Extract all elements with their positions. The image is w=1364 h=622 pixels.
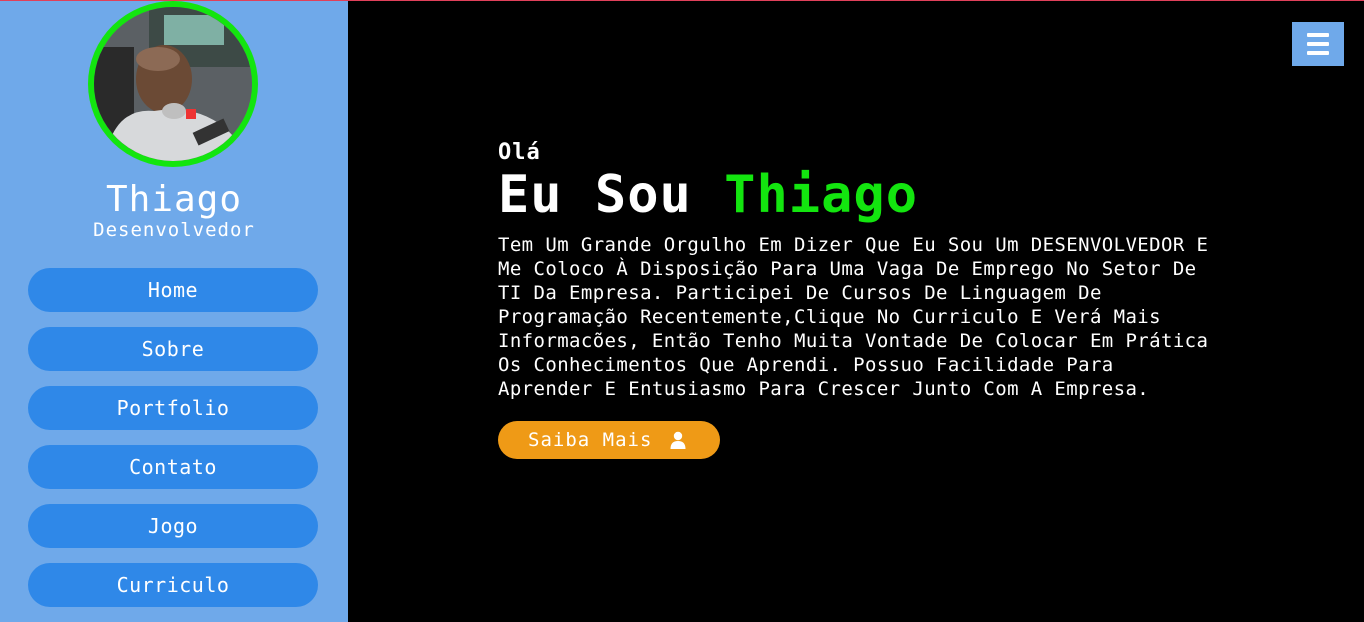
nav-item-home[interactable]: Home [28, 268, 318, 312]
nav-item-portfolio[interactable]: Portfolio [28, 386, 318, 430]
sidebar: Thiago Desenvolvedor Home Sobre Portfoli… [0, 1, 348, 622]
hero-description: Tem Um Grande Orgulho Em Dizer Que Eu So… [498, 234, 1209, 400]
headline: Eu Sou Thiago [498, 165, 1238, 225]
main-nav: Home Sobre Portfolio Contato Jogo Curric… [28, 268, 318, 622]
hero-section: Olá Eu Sou Thiago Tem Um Grande Orgulho … [498, 140, 1238, 459]
nav-item-sobre[interactable]: Sobre [28, 327, 318, 371]
hamburger-icon [1307, 51, 1329, 55]
profile-photo [94, 7, 252, 161]
user-icon [670, 431, 686, 449]
greeting: Olá [498, 140, 541, 165]
profile-name: Thiago [105, 179, 243, 220]
menu-toggle-button[interactable] [1292, 22, 1344, 66]
hamburger-icon [1307, 42, 1329, 46]
saiba-mais-button[interactable]: Saiba Mais [498, 421, 721, 459]
hamburger-icon [1307, 33, 1329, 37]
avatar [88, 1, 258, 167]
headline-prefix: Eu Sou [498, 165, 725, 225]
headline-name: Thiago [724, 165, 918, 225]
profile-role: Desenvolvedor [93, 219, 255, 241]
nav-item-contato[interactable]: Contato [28, 445, 318, 489]
cta-label: Saiba Mais [528, 429, 653, 451]
nav-item-jogo[interactable]: Jogo [28, 504, 318, 548]
nav-item-curriculo[interactable]: Curriculo [28, 563, 318, 607]
